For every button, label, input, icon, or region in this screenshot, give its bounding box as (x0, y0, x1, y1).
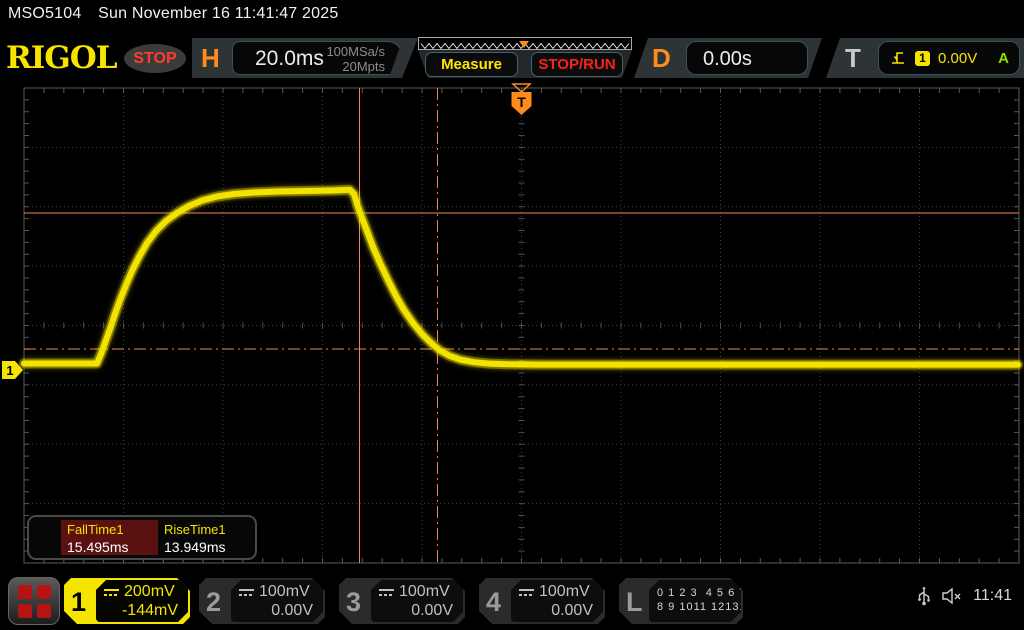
channel-scale: 100mV (399, 583, 450, 601)
channel-number: 2 (206, 587, 221, 618)
oscilloscope-screen: MSO5104 Sun November 16 11:41:47 2025 RI… (0, 0, 1024, 630)
logic-row-1: 0 1 2 3 4 5 6 7 (657, 586, 731, 600)
menu-grid-icon (37, 585, 51, 599)
dc-coupling-icon (239, 589, 254, 596)
sound-muted-icon (941, 587, 963, 605)
measurement-value: 15.495ms (67, 538, 158, 556)
dc-coupling-icon (519, 589, 534, 596)
channel-1-button[interactable]: 1 200mV -144mV (62, 576, 192, 626)
dc-coupling-icon (104, 589, 119, 596)
channel-4-button[interactable]: 4 100mV 0.00V (477, 576, 607, 626)
system-tray: 11:41 (917, 586, 1012, 606)
channel-offset: 0.00V (239, 602, 313, 620)
logic-row-2: 8 9 1011 12131415 (657, 600, 731, 614)
measurement-results-panel[interactable]: FallTime1 15.495ms RiseTime1 13.949ms (27, 515, 257, 560)
measurement-risetime[interactable]: RiseTime1 13.949ms (158, 520, 255, 555)
channel-scale: 100mV (539, 583, 590, 601)
channel-3-button[interactable]: 3 100mV 0.00V (337, 576, 467, 626)
measurement-label: RiseTime1 (164, 522, 255, 538)
dc-coupling-icon (379, 589, 394, 596)
clock: 11:41 (973, 587, 1012, 605)
usb-icon (917, 586, 931, 606)
menu-grid-icon (18, 585, 32, 599)
channel-number: 1 (71, 587, 86, 618)
logic-channels-button[interactable]: L 0 1 2 3 4 5 6 7 8 9 1011 12131415 (617, 576, 745, 626)
channel-offset: 0.00V (379, 602, 453, 620)
svg-text:T: T (517, 94, 526, 110)
quick-menu-button[interactable] (8, 577, 60, 625)
channel-number: 4 (486, 587, 501, 618)
graticule-grid (24, 88, 1019, 563)
measurement-falltime[interactable]: FallTime1 15.495ms (61, 520, 158, 555)
measurement-value: 13.949ms (164, 538, 255, 556)
channel-offset: -144mV (104, 602, 178, 620)
channel-2-button[interactable]: 2 100mV 0.00V (197, 576, 327, 626)
measurement-label: FallTime1 (67, 522, 158, 538)
logic-label: L (626, 587, 643, 618)
menu-grid-icon (18, 604, 32, 618)
channel-offset: 0.00V (519, 602, 593, 620)
channel-number: 3 (346, 587, 361, 618)
channel-scale: 100mV (259, 583, 310, 601)
svg-text:1: 1 (6, 363, 13, 378)
channel-scale: 200mV (124, 583, 175, 601)
menu-grid-icon (37, 604, 51, 618)
